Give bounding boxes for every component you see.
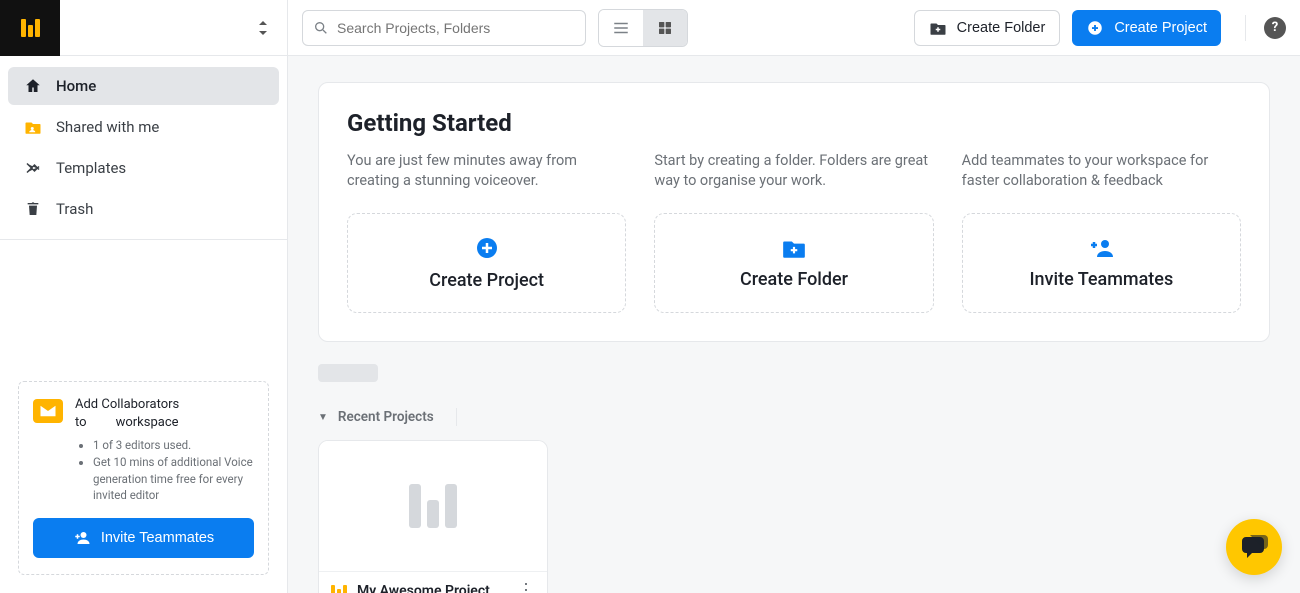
chevron-up-down-icon	[257, 20, 269, 36]
folder-plus-icon	[929, 20, 947, 36]
workspace-switcher[interactable]	[60, 0, 287, 56]
project-card[interactable]: My Awesome Project ⋮	[318, 440, 548, 593]
list-view-toggle[interactable]	[599, 10, 643, 46]
templates-icon	[24, 159, 42, 177]
grid-view-toggle[interactable]	[643, 10, 687, 46]
trash-icon	[24, 200, 42, 218]
gs-tile-invite-teammates[interactable]: Invite Teammates	[962, 213, 1241, 313]
project-type-icon	[331, 585, 347, 593]
help-button[interactable]: ?	[1264, 17, 1286, 39]
grid-icon	[657, 20, 673, 36]
create-folder-label: Create Folder	[957, 20, 1046, 36]
invite-button-label: Invite Teammates	[101, 530, 214, 546]
search-icon	[313, 20, 329, 36]
sidebar: Home Shared with me Templates Trash	[0, 0, 288, 593]
getting-started-card: Getting Started You are just few minutes…	[318, 82, 1270, 342]
getting-started-title: Getting Started	[347, 109, 1241, 137]
collab-title-line2-suffix: workspace	[116, 415, 179, 430]
search-input-wrapper[interactable]	[302, 10, 586, 46]
project-name: My Awesome Project	[357, 583, 507, 593]
project-menu-button[interactable]: ⋮	[517, 582, 535, 593]
create-project-label: Create Project	[1114, 20, 1207, 36]
sidebar-item-templates[interactable]: Templates	[8, 149, 279, 187]
search-input[interactable]	[337, 20, 575, 36]
plus-circle-icon	[1086, 19, 1104, 37]
gs-tile-label: Create Project	[429, 270, 544, 291]
plus-circle-icon	[475, 236, 499, 260]
create-folder-button[interactable]: Create Folder	[914, 10, 1061, 46]
app-logo[interactable]	[0, 0, 60, 56]
invite-teammates-button[interactable]: Invite Teammates	[33, 518, 254, 558]
chat-icon	[1240, 534, 1268, 560]
sidebar-item-label: Home	[56, 77, 96, 95]
list-icon	[612, 21, 630, 35]
sidebar-item-shared[interactable]: Shared with me	[8, 108, 279, 146]
collaborators-card: Add Collaborators to workspace 1 of 3 ed…	[18, 381, 269, 575]
recent-projects-label: Recent Projects	[338, 409, 434, 425]
collab-bullet: Get 10 mins of additional Voice generati…	[93, 454, 254, 504]
gs-desc-create-project: You are just few minutes away from creat…	[347, 151, 626, 195]
recent-projects-header[interactable]: ▼ Recent Projects	[318, 408, 1270, 426]
gs-desc-invite: Add teammates to your workspace for fast…	[962, 151, 1241, 195]
shared-folder-icon	[24, 119, 42, 135]
person-add-icon	[1087, 237, 1115, 259]
gs-tile-label: Create Folder	[740, 269, 848, 290]
create-project-button[interactable]: Create Project	[1072, 10, 1221, 46]
sidebar-item-label: Trash	[56, 200, 93, 218]
gs-tile-create-project[interactable]: Create Project	[347, 213, 626, 313]
sidebar-item-trash[interactable]: Trash	[8, 190, 279, 228]
collab-title-line2-prefix: to	[75, 415, 87, 430]
person-add-icon	[73, 530, 91, 546]
collab-bullet: 1 of 3 editors used.	[93, 437, 254, 454]
chat-fab[interactable]	[1226, 519, 1282, 575]
project-thumbnail	[319, 441, 547, 571]
sidebar-item-label: Shared with me	[56, 118, 159, 136]
topbar: Create Folder Create Project ?	[288, 0, 1300, 56]
gs-tile-create-folder[interactable]: Create Folder	[654, 213, 933, 313]
folder-plus-icon	[781, 237, 807, 259]
gs-desc-create-folder: Start by creating a folder. Folders are …	[654, 151, 933, 195]
mail-icon	[33, 399, 63, 423]
home-icon	[24, 77, 42, 95]
sidebar-item-home[interactable]: Home	[8, 67, 279, 105]
collab-title-line1: Add Collaborators	[75, 397, 179, 412]
gs-tile-label: Invite Teammates	[1029, 269, 1173, 290]
loading-skeleton	[318, 364, 378, 382]
sidebar-item-label: Templates	[56, 159, 126, 177]
chevron-down-icon: ▼	[318, 412, 328, 423]
